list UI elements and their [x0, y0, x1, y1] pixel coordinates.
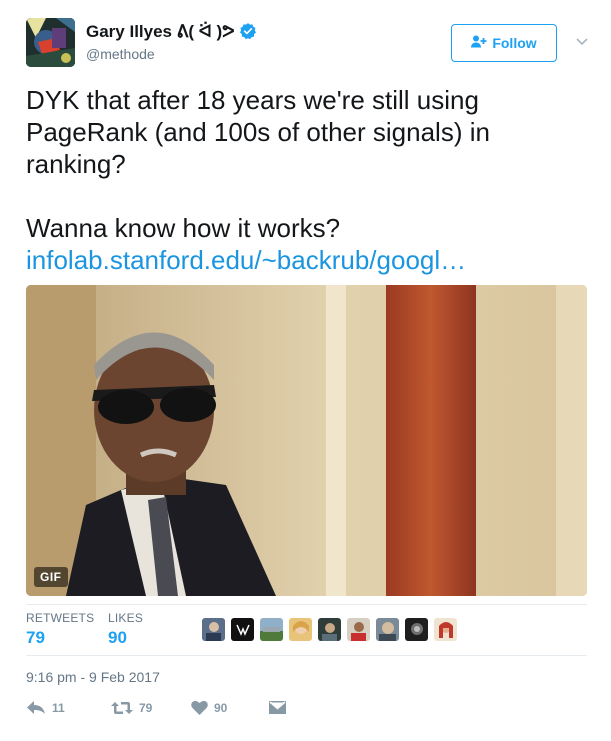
avatar[interactable]: [26, 18, 75, 67]
direct-message-button[interactable]: [269, 700, 286, 715]
retweet-count: 79: [139, 701, 153, 715]
liker-avatar[interactable]: [405, 618, 428, 641]
divider: [26, 604, 587, 605]
follow-user-icon: [471, 35, 487, 51]
likes-label: LIKES: [108, 611, 144, 625]
user-names: Gary Illyes ᕕ( ᐛ )ᕗ @methode: [86, 22, 257, 62]
likers-facepile: [202, 618, 457, 641]
retweets-stat[interactable]: RETWEETS 79: [26, 611, 94, 648]
tweet-link[interactable]: infolab.stanford.edu/~backrub/googl…: [26, 245, 466, 275]
liker-avatar[interactable]: [434, 618, 457, 641]
retweets-label: RETWEETS: [26, 611, 95, 625]
follow-button[interactable]: Follow: [451, 24, 557, 62]
heart-icon: [191, 700, 208, 715]
direct-message-icon: [269, 700, 286, 715]
tweet-paragraph-1: DYK that after 18 years we're still usin…: [26, 85, 490, 179]
liker-avatar[interactable]: [231, 618, 254, 641]
tweet-paragraph-2: Wanna know how it works? infolab.stanfor…: [26, 212, 586, 276]
tweet-header: Gary Illyes ᕕ( ᐛ )ᕗ @methode Follow: [26, 18, 591, 70]
gif-media[interactable]: GIF: [26, 285, 587, 596]
reply-button[interactable]: 11: [26, 700, 65, 716]
verified-badge-icon: [239, 22, 257, 40]
likes-count: 90: [108, 628, 127, 647]
like-count: 90: [214, 700, 228, 715]
likes-stat[interactable]: LIKES 90: [108, 611, 143, 648]
liker-avatar[interactable]: [376, 618, 399, 641]
liker-avatar[interactable]: [289, 618, 312, 641]
gif-image: [26, 285, 587, 596]
user-handle[interactable]: @methode: [86, 46, 257, 62]
like-button[interactable]: 90: [191, 700, 227, 715]
retweets-count: 79: [26, 628, 45, 647]
retweet-icon: [111, 700, 133, 716]
divider: [26, 655, 587, 656]
reply-count: 11: [52, 701, 65, 715]
user-name-text[interactable]: Gary Illyes ᕕ( ᐛ )ᕗ: [86, 22, 235, 41]
tweet-text: DYK that after 18 years we're still usin…: [26, 84, 586, 276]
tweet-question: Wanna know how it works?: [26, 213, 341, 243]
tweet-timestamp[interactable]: 9:16 pm - 9 Feb 2017: [26, 669, 160, 685]
liker-avatar[interactable]: [202, 618, 225, 641]
gif-badge: GIF: [34, 567, 68, 587]
liker-avatar[interactable]: [260, 618, 283, 641]
liker-avatar[interactable]: [318, 618, 341, 641]
user-fullname[interactable]: Gary Illyes ᕕ( ᐛ )ᕗ: [86, 22, 257, 42]
retweet-button[interactable]: 79: [111, 700, 152, 716]
follow-button-label: Follow: [492, 35, 537, 51]
liker-avatar[interactable]: [347, 618, 370, 641]
chevron-down-icon[interactable]: [573, 32, 591, 50]
reply-icon: [26, 700, 46, 716]
